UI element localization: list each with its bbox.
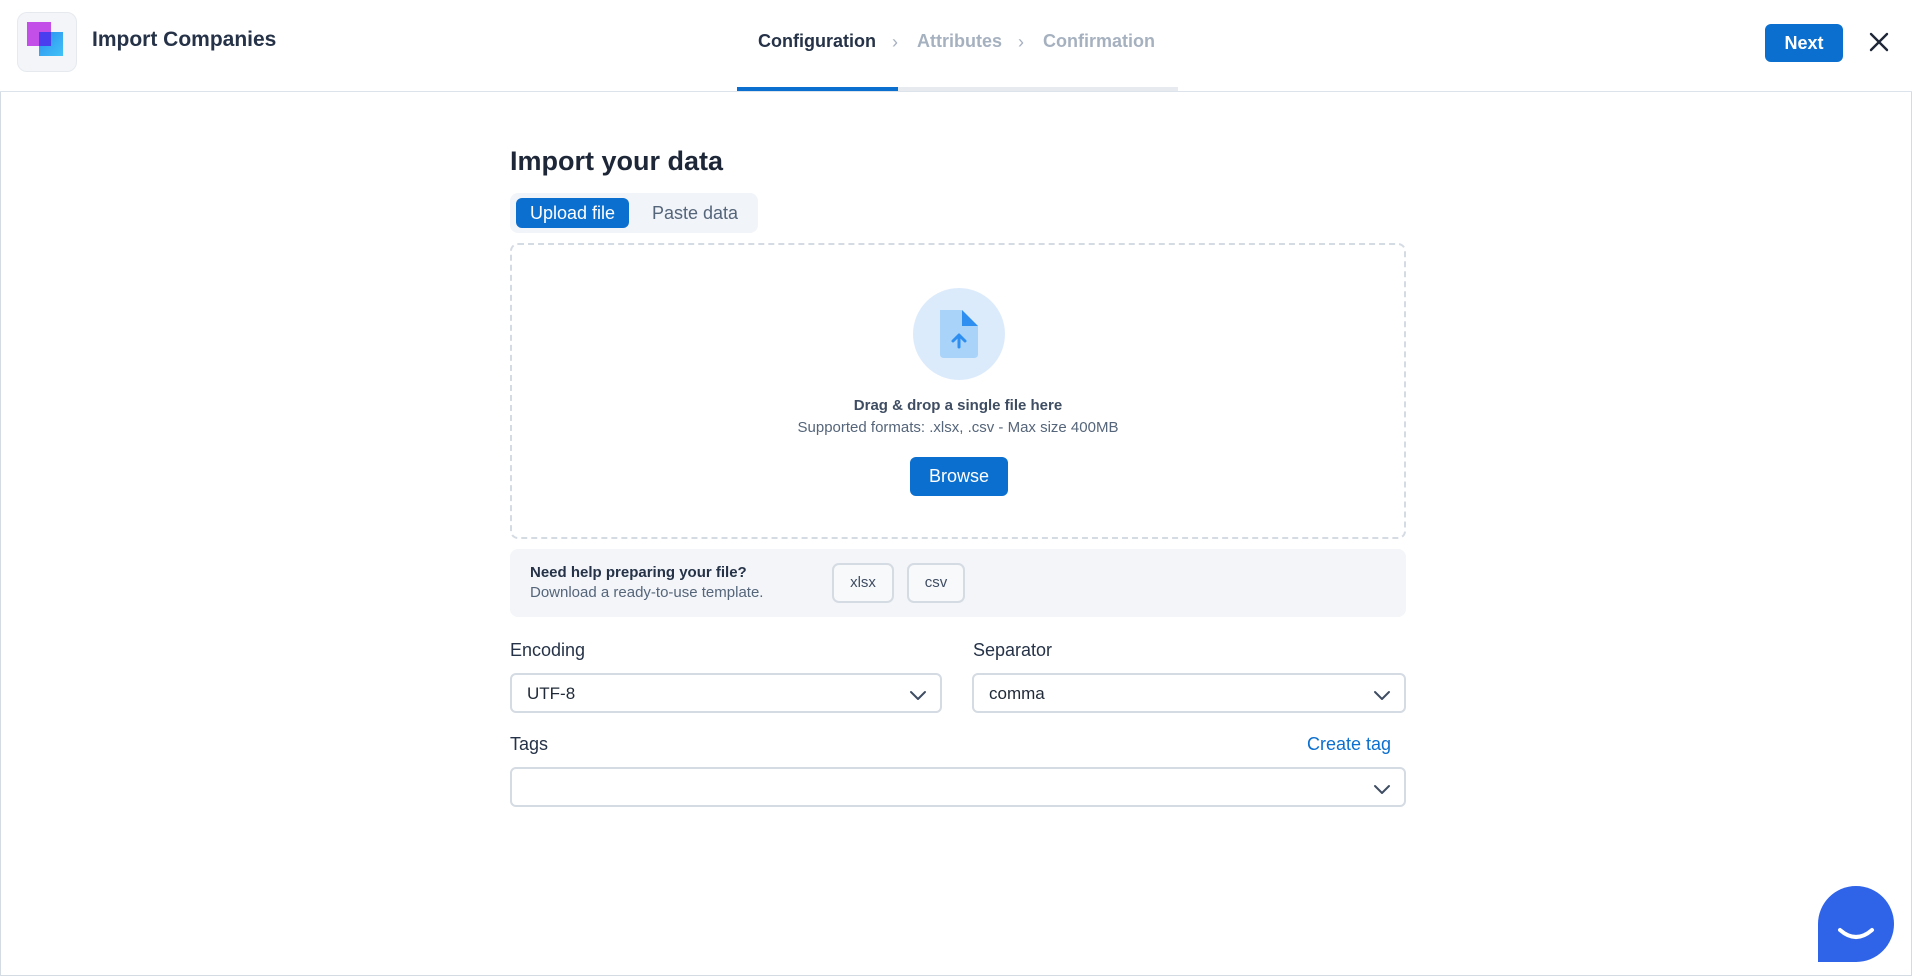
next-button[interactable]: Next bbox=[1765, 24, 1843, 62]
chevron-right-icon: › bbox=[1018, 32, 1024, 52]
separator-label: Separator bbox=[973, 640, 1053, 660]
encoding-label: Encoding bbox=[510, 640, 586, 660]
import-mode-tabs: Upload file Paste data bbox=[510, 193, 758, 233]
tags-select[interactable] bbox=[510, 767, 1406, 807]
download-xlsx-template-button[interactable]: xlsx bbox=[832, 563, 894, 603]
step-attributes[interactable]: Attributes bbox=[917, 31, 1002, 52]
separator-value: comma bbox=[989, 684, 1045, 703]
create-tag-link[interactable]: Create tag bbox=[1307, 734, 1391, 755]
section-title: Import your data bbox=[510, 146, 724, 176]
dropzone-title: Drag & drop a single file here bbox=[853, 397, 1063, 414]
step-configuration[interactable]: Configuration bbox=[758, 31, 876, 52]
download-csv-template-button[interactable]: csv bbox=[907, 563, 965, 603]
help-subtitle: Download a ready-to-use template. bbox=[530, 584, 764, 601]
close-icon[interactable] bbox=[1864, 27, 1894, 57]
help-title: Need help preparing your file? bbox=[530, 564, 747, 581]
tab-upload-file[interactable]: Upload file bbox=[516, 198, 629, 228]
template-help-box: Need help preparing your file? Download … bbox=[510, 549, 1406, 617]
header: Import Companies Configuration › Attribu… bbox=[0, 0, 1912, 92]
browse-button[interactable]: Browse bbox=[910, 457, 1008, 496]
logo-icon bbox=[17, 12, 77, 72]
tags-label: Tags bbox=[510, 734, 549, 754]
file-upload-icon bbox=[913, 288, 1005, 380]
step-confirmation[interactable]: Confirmation bbox=[1043, 31, 1155, 52]
dropzone-subtitle: Supported formats: .xlsx, .csv - Max siz… bbox=[797, 419, 1119, 436]
chevron-down-icon bbox=[1372, 685, 1392, 705]
tab-paste-data[interactable]: Paste data bbox=[638, 198, 752, 228]
encoding-value: UTF-8 bbox=[527, 684, 576, 703]
chevron-down-icon bbox=[908, 685, 928, 705]
chevron-right-icon: › bbox=[892, 32, 898, 52]
page-title: Import Companies bbox=[92, 28, 277, 51]
encoding-select[interactable]: UTF-8 bbox=[510, 673, 942, 713]
chevron-down-icon bbox=[1372, 779, 1392, 799]
step-progress-bar bbox=[737, 87, 898, 91]
file-dropzone[interactable]: Drag & drop a single file here Supported… bbox=[510, 243, 1406, 539]
chat-icon[interactable] bbox=[1818, 886, 1894, 962]
separator-select[interactable]: comma bbox=[972, 673, 1406, 713]
